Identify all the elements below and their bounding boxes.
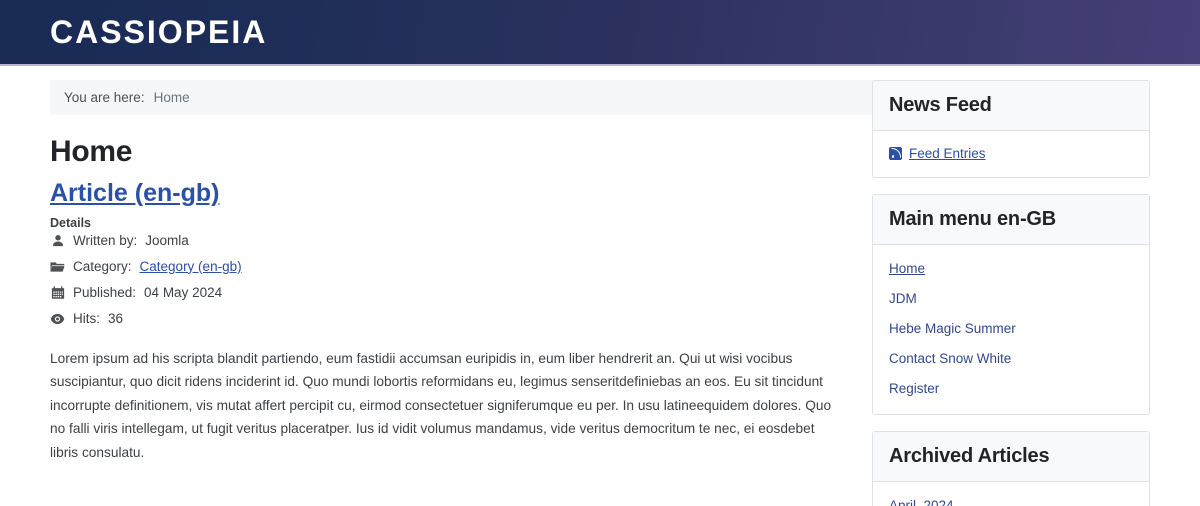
module-news-feed-title: News Feed — [873, 81, 1149, 131]
user-icon — [50, 234, 65, 249]
calendar-icon — [50, 286, 65, 301]
breadcrumb-item-home[interactable]: Home — [154, 90, 190, 105]
article-title-link[interactable]: Article (en-gb) — [50, 179, 219, 207]
menu-item-jdm[interactable]: JDM — [889, 290, 1133, 308]
article-body: Lorem ipsum ad his scripta blandit parti… — [50, 350, 832, 460]
module-archived-articles-title: Archived Articles — [873, 432, 1149, 482]
detail-written-by: Written by: Joomla — [50, 232, 838, 249]
article-details-list: Written by: Joomla Category: Category (e… — [50, 232, 838, 327]
rss-icon — [889, 147, 902, 160]
archived-articles-list: April, 2024 December, 2023 — [889, 497, 1133, 506]
archive-link-april-2024[interactable]: April, 2024 — [889, 498, 954, 506]
main-menu-list: Home JDM Hebe Magic Summer Contact Snow … — [889, 260, 1133, 398]
article-details-label: Details — [50, 215, 91, 230]
breadcrumb: You are here: Home — [50, 80, 878, 115]
sidebar: News Feed Feed Entries Main menu en-GB H… — [838, 66, 1200, 506]
menu-item-register[interactable]: Register — [889, 380, 1133, 398]
feed-entries-row: Feed Entries — [889, 146, 1133, 161]
detail-written-by-label: Written by: — [73, 232, 138, 248]
module-archived-articles-body: April, 2024 December, 2023 — [873, 482, 1149, 506]
breadcrumb-label: You are here: — [64, 90, 145, 105]
archive-item-april-2024[interactable]: April, 2024 — [889, 497, 1133, 506]
feed-entries-link[interactable]: Feed Entries — [909, 146, 986, 161]
site-header: CASSIOPEIA — [0, 0, 1200, 66]
folder-icon — [50, 260, 65, 275]
detail-published-value: 04 May 2024 — [144, 284, 223, 300]
module-news-feed: News Feed Feed Entries — [872, 80, 1150, 178]
eye-icon — [50, 312, 65, 327]
menu-link-register[interactable]: Register — [889, 381, 939, 396]
detail-written-by-value: Joomla — [145, 232, 189, 248]
menu-link-home[interactable]: Home — [889, 261, 925, 276]
detail-hits: Hits: 36 — [50, 310, 838, 327]
detail-hits-label: Hits: — [73, 310, 100, 326]
module-main-menu: Main menu en-GB Home JDM Hebe Magic Summ… — [872, 194, 1150, 415]
site-logo[interactable]: CASSIOPEIA — [50, 16, 267, 48]
page-title: Home — [50, 135, 133, 168]
module-news-feed-body: Feed Entries — [873, 131, 1149, 177]
menu-link-jdm[interactable]: JDM — [889, 291, 917, 306]
menu-link-hebe-magic-summer[interactable]: Hebe Magic Summer — [889, 321, 1016, 336]
menu-item-home[interactable]: Home — [889, 260, 1133, 278]
module-main-menu-title: Main menu en-GB — [873, 195, 1149, 245]
module-main-menu-body: Home JDM Hebe Magic Summer Contact Snow … — [873, 245, 1149, 414]
menu-link-contact-snow-white[interactable]: Contact Snow White — [889, 351, 1011, 366]
article-title: Article (en-gb) — [50, 179, 838, 208]
detail-category-label: Category: — [73, 258, 132, 274]
module-archived-articles: Archived Articles April, 2024 December, … — [872, 431, 1150, 506]
menu-item-hebe-magic-summer[interactable]: Hebe Magic Summer — [889, 320, 1133, 338]
menu-item-contact-snow-white[interactable]: Contact Snow White — [889, 350, 1133, 368]
page-container: You are here: Home Home Article (en-gb) … — [0, 66, 1200, 506]
detail-category-link[interactable]: Category (en-gb) — [140, 259, 242, 275]
detail-category: Category: Category (en-gb) — [50, 258, 838, 275]
detail-hits-value: 36 — [108, 310, 124, 326]
detail-published: Published: 04 May 2024 — [50, 284, 838, 301]
detail-published-label: Published: — [73, 284, 137, 300]
main-content: You are here: Home Home Article (en-gb) … — [0, 66, 878, 465]
